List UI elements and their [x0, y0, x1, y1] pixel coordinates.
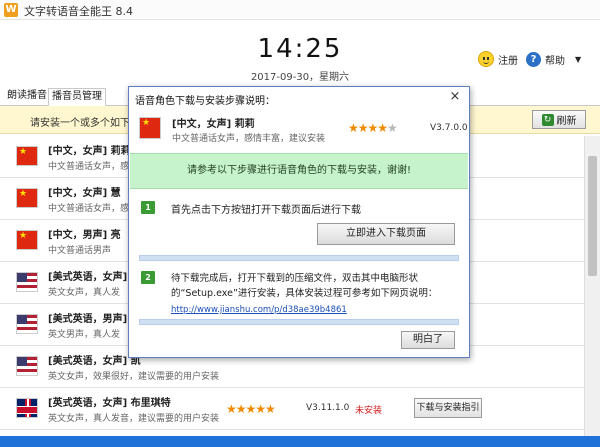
dialog-voice-info: [中文，女声] 莉莉 中文普通话女声，感情丰富，建议安装 ★★★★★ V3.7.… [130, 109, 468, 153]
clock-header: 14:25 2017-09-30，星期六 注册 ? 帮助 ▼ [0, 20, 600, 86]
china-flag-icon [16, 230, 38, 250]
voice-name: [美式英语，女声] 凯 [48, 356, 141, 367]
scroll-thumb[interactable] [588, 156, 597, 276]
refresh-label: 刷新 [556, 116, 577, 127]
help-icon: ? [526, 51, 541, 67]
step-2-icon: 2 [141, 271, 155, 284]
list-scrollbar[interactable] [584, 136, 600, 436]
china-flag-icon [16, 188, 38, 208]
empty-star: ★ [387, 121, 398, 135]
install-steps-dialog: 语音角色下载与安装步骤说明： × [中文，女声] 莉莉 中文普通话女声，感情丰富… [128, 86, 470, 358]
dialog-voice-version: V3.7.0.0 [430, 123, 468, 133]
china-flag-icon [16, 146, 38, 166]
voice-name: [英式英语，女声] 布里琪特 [48, 398, 171, 409]
voice-desc: 英文女声，真人发音，建议需要的用户安装 [48, 414, 220, 424]
voice-name: [中文，女声] 慧 [48, 188, 121, 199]
rating-stars: ★★★★★ [226, 402, 276, 416]
usa-flag-icon [16, 314, 38, 334]
register-button[interactable]: 注册 [478, 50, 518, 68]
status-bar [0, 436, 600, 447]
uk-flag-icon [16, 398, 38, 418]
voice-desc: 英文男声，真人发 [48, 330, 121, 340]
step-1-icon: 1 [141, 201, 155, 214]
guide-link[interactable]: http://www.jianshu.com/p/d38ae39b4861 [171, 305, 347, 315]
voice-desc: 中文普通话男声 [48, 246, 112, 256]
register-label: 注册 [498, 55, 518, 67]
close-icon[interactable]: × [447, 89, 463, 105]
instruction-banner: 请参考以下步骤进行语音角色的下载与安装，谢谢! [130, 153, 468, 189]
title-bar: W 文字转语音全能王 8.4 [0, 0, 600, 20]
step-2-text: 待下载完成后，打开下载到的压缩文件，双击其中电脑形状的“Setup.exe”进行… [171, 273, 438, 299]
dialog-title: 语音角色下载与安装步骤说明： [135, 96, 275, 107]
app-logo-icon: W [4, 3, 18, 17]
refresh-button[interactable]: ↻ 刷新 [532, 110, 586, 129]
smiley-icon [478, 51, 494, 67]
voice-desc: 英文女声，真人发 [48, 288, 121, 298]
tab-voice-manager[interactable]: 播音员管理 [48, 88, 106, 106]
filled-stars: ★★★★ [348, 121, 388, 135]
voice-name: [中文，女声] 莉莉 [48, 146, 131, 157]
voice-desc: 中文普通话女声，感情 [48, 204, 139, 214]
list-item[interactable]: [英式英语，女声] 布里琪特 英文女声，真人发音，建议需要的用户安装 ★★★★★… [0, 388, 584, 430]
dialog-voice-name: [中文，女声] 莉莉 [172, 119, 255, 130]
download-install-guide-button[interactable]: 下载与安装指引 [414, 398, 482, 418]
window-title: 文字转语音全能王 8.4 [24, 5, 133, 18]
usa-flag-icon [16, 272, 38, 292]
usa-flag-icon [16, 356, 38, 376]
open-download-page-button[interactable]: 立即进入下载页面 [317, 223, 455, 245]
chevron-down-icon: ▼ [575, 54, 582, 64]
help-button[interactable]: ? 帮助 ▼ [526, 50, 581, 68]
voice-name: [美式英语，男声] 保 [48, 314, 141, 325]
got-it-button[interactable]: 明白了 [401, 331, 455, 349]
divider [139, 255, 459, 261]
voice-version: V3.11.1.0 [306, 403, 350, 413]
china-flag-icon [139, 117, 161, 139]
divider [139, 319, 459, 325]
voice-name: [中文，男声] 亮 [48, 230, 121, 241]
tab-read-aloud[interactable]: 朗读播音 [4, 88, 50, 106]
install-status: 未安装 [355, 406, 383, 416]
refresh-icon: ↻ [541, 113, 554, 126]
help-label: 帮助 [545, 55, 565, 67]
step-1-text: 首先点击下方按钮打开下载页面后进行下载 [171, 205, 361, 216]
clock-date: 2017-09-30，星期六 [250, 72, 350, 83]
dialog-voice-desc: 中文普通话女声，感情丰富，建议安装 [172, 134, 326, 144]
voice-desc: 英文女声，效果很好，建议需要的用户安装 [48, 372, 220, 382]
dialog-rating-stars: ★★★★★ [348, 121, 398, 135]
voice-name: [美式英语，女声] 朱 [48, 272, 141, 283]
